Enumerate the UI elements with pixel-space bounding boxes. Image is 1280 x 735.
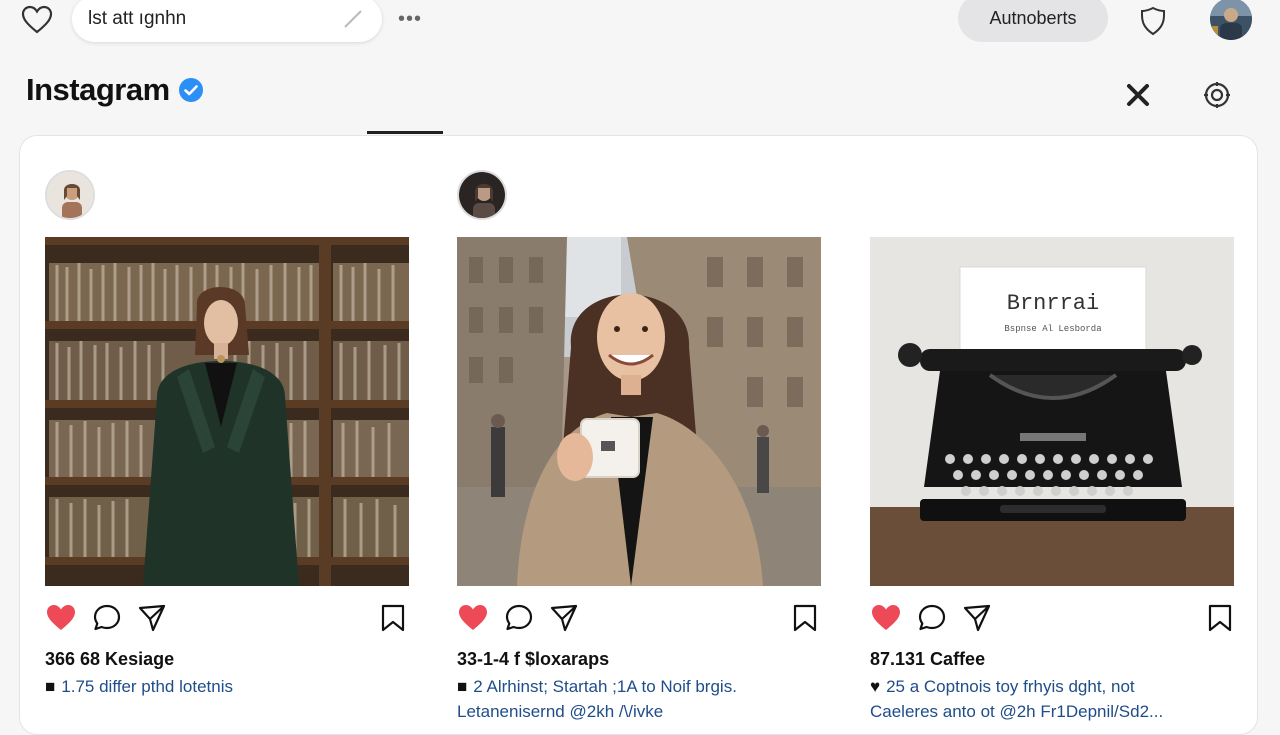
post-card: Brnrrai Bspnse Al Lesborda 87.131 Caffee… xyxy=(870,136,1234,734)
likes-count: 33-1-4 f $loxaraps xyxy=(457,649,610,669)
heart-icon[interactable] xyxy=(20,4,54,36)
comment-icon[interactable] xyxy=(91,602,123,634)
caption: ♥ 25 a Coptnois toy frhyis dght, not xyxy=(870,677,1135,697)
like-heart-icon[interactable] xyxy=(45,602,77,634)
like-heart-icon[interactable] xyxy=(457,602,489,634)
post-actions xyxy=(45,602,409,636)
brand-name: Instagram xyxy=(26,72,170,107)
caption-line-2[interactable]: Letanenisernd @2kh /\/ivke xyxy=(457,702,663,722)
avatar[interactable] xyxy=(457,170,507,220)
post-image[interactable] xyxy=(457,237,821,586)
comment-icon[interactable] xyxy=(916,602,948,634)
share-icon[interactable] xyxy=(961,602,993,634)
user-account-button[interactable]: Autnoberts xyxy=(958,0,1108,42)
bookmark-icon[interactable] xyxy=(1204,602,1236,634)
bookmark-icon[interactable] xyxy=(789,602,821,634)
post-image[interactable]: Brnrrai Bspnse Al Lesborda xyxy=(870,237,1234,586)
top-bar: ••• Autnoberts xyxy=(0,0,1280,42)
caption: ■ 1.75 differ pthd lotetnis xyxy=(45,677,233,697)
likes-count: 87.131 Caffee xyxy=(870,649,986,669)
search-edit-icon[interactable] xyxy=(342,8,364,30)
caption-lead: ■ xyxy=(457,677,468,696)
paper-title: Brnrrai xyxy=(1007,291,1099,316)
sparkle-icon[interactable] xyxy=(1121,78,1155,112)
comment-icon[interactable] xyxy=(503,602,535,634)
feed-panel: 366 68 Kesiage ■ 1.75 differ pthd lotetn… xyxy=(19,135,1258,735)
share-icon[interactable] xyxy=(548,602,580,634)
like-heart-icon[interactable] xyxy=(870,602,902,634)
verified-icon xyxy=(178,77,204,103)
search-bar[interactable] xyxy=(72,0,382,42)
search-input[interactable] xyxy=(88,8,328,30)
caption-text[interactable]: 25 a Coptnois toy frhyis dght, not xyxy=(886,677,1135,697)
post-actions xyxy=(870,602,1234,636)
settings-icon[interactable] xyxy=(1200,78,1234,112)
brand-header: Instagram xyxy=(26,72,204,108)
post-actions xyxy=(457,602,821,636)
share-icon[interactable] xyxy=(136,602,168,634)
caption: ■ 2 Alrhinst; Startah ;1A to Noif brgis. xyxy=(457,677,737,697)
paper-subtitle: Bspnse Al Lesborda xyxy=(1004,324,1102,334)
caption-text[interactable]: 2 Alrhinst; Startah ;1A to Noif brgis. xyxy=(473,677,737,697)
post-card: 33-1-4 f $loxaraps ■ 2 Alrhinst; Startah… xyxy=(457,136,821,734)
avatar[interactable] xyxy=(45,170,95,220)
post-card: 366 68 Kesiage ■ 1.75 differ pthd lotetn… xyxy=(45,136,409,734)
caption-lead: ♥ xyxy=(870,677,881,696)
active-tab-indicator xyxy=(367,131,443,134)
caption-line-2[interactable]: Caeleres anto ot @2h Fr1Depnil/Sd2... xyxy=(870,702,1163,722)
caption-lead: ■ xyxy=(45,677,56,696)
avatar[interactable] xyxy=(1210,0,1252,40)
post-image[interactable] xyxy=(45,237,409,586)
bookmark-icon[interactable] xyxy=(377,602,409,634)
caption-text[interactable]: 1.75 differ pthd lotetnis xyxy=(61,677,233,697)
likes-count: 366 68 Kesiage xyxy=(45,649,175,669)
shield-icon[interactable] xyxy=(1136,4,1170,38)
more-icon[interactable]: ••• xyxy=(398,8,422,31)
